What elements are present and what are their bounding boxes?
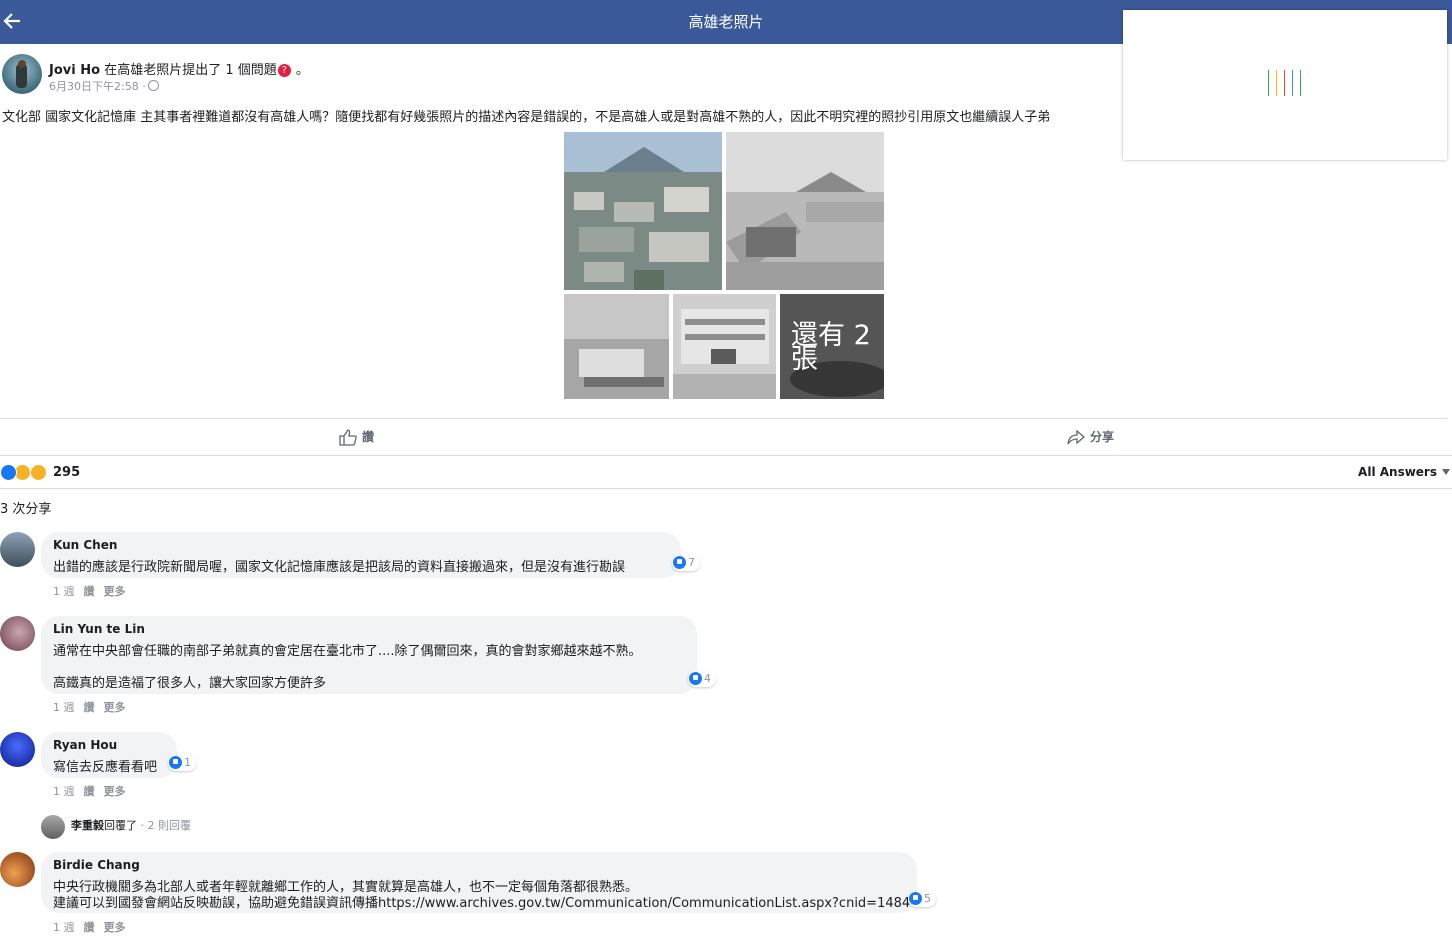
comment-meta: 1 週讚更多	[53, 583, 135, 599]
comment-like-count[interactable]: 4	[688, 671, 716, 687]
comment-author[interactable]: Kun Chen	[53, 538, 117, 552]
loading-popup	[1123, 10, 1447, 160]
reply-action: 回覆了	[104, 819, 137, 832]
loading-spinner-bar	[1276, 70, 1277, 96]
reply-count: · 2 則回覆	[137, 819, 191, 832]
loading-spinner-bar	[1300, 70, 1301, 96]
post-action-end: 。	[291, 63, 309, 78]
reply-avatar[interactable]	[41, 815, 65, 839]
commenter-avatar[interactable]	[0, 852, 35, 887]
comment-like-count[interactable]: 1	[168, 755, 196, 771]
comment-author[interactable]: Lin Yun te Lin	[53, 622, 145, 636]
post-author-line: Jovi Ho 在高雄老照片提出了 1 個問題? 。	[49, 59, 309, 78]
reaction-count[interactable]: 295	[53, 465, 80, 480]
divider	[0, 488, 1452, 489]
comment-time[interactable]: 1 週	[53, 785, 75, 798]
all-answers-label: All Answers	[1358, 465, 1437, 479]
post-timestamp: 6月30日下午2:58 ·	[49, 78, 159, 94]
post-photo-shore[interactable]	[564, 294, 669, 399]
loading-spinner-bar	[1292, 70, 1293, 96]
caret-down-icon	[1442, 469, 1450, 475]
like-badge-icon	[673, 556, 686, 569]
reply-author: 李重毅	[71, 819, 104, 832]
comment-more-link[interactable]: 更多	[104, 785, 126, 798]
loading-spinner-bar	[1284, 70, 1285, 96]
comment-like-link[interactable]: 讚	[84, 921, 95, 934]
globe-icon	[147, 80, 159, 91]
comment-more-link[interactable]: 更多	[104, 921, 126, 934]
author-name[interactable]: Jovi Ho	[49, 63, 100, 78]
comment-like-link[interactable]: 讚	[84, 585, 95, 598]
comment-text: 出錯的應該是行政院新聞局喔，國家文化記憶庫應該是把該局的資料直接搬過來，但是沒有…	[53, 560, 626, 575]
comment-like-link[interactable]: 讚	[84, 701, 95, 714]
share-arrow-icon	[1067, 429, 1085, 445]
post-photo-building[interactable]	[673, 294, 776, 399]
like-reaction-icon[interactable]	[0, 464, 17, 481]
all-answers-dropdown[interactable]: All Answers	[1358, 465, 1450, 479]
share-count[interactable]: 3 次分享	[0, 498, 51, 517]
post-photo-more[interactable]: 還有 2 張	[780, 294, 884, 399]
comment-meta: 1 週讚更多	[53, 783, 135, 799]
post-time-text[interactable]: 6月30日下午2:58 ·	[49, 80, 146, 93]
like-badge-icon	[169, 756, 182, 769]
thumbs-up-icon	[339, 429, 357, 446]
like-count-text: 4	[704, 672, 711, 685]
group-name[interactable]: 高雄老照片	[117, 63, 182, 78]
view-replies-link[interactable]: 李重毅回覆了 · 2 則回覆	[71, 817, 191, 833]
in-word: 在	[100, 63, 118, 78]
comment-text: 建議可以到國發會網站反映勘誤，協助避免錯誤資訊傳播https://www.arc…	[53, 896, 911, 911]
comment-meta: 1 週讚更多	[53, 699, 135, 715]
author-avatar[interactable]	[2, 54, 42, 94]
post-action: 提出了 1 個問題	[182, 63, 277, 78]
comment-text: 通常在中央部會任職的南部子弟就真的會定居在臺北市了....除了偶爾回來，真的會對…	[53, 644, 642, 659]
comment-time[interactable]: 1 週	[53, 585, 75, 598]
share-label: 分享	[1090, 430, 1115, 444]
more-photos-label: 還有 2 張	[780, 294, 884, 399]
comment-text: 寫信去反應看看吧	[53, 760, 158, 775]
comment-more-link[interactable]: 更多	[104, 701, 126, 714]
like-badge-icon	[909, 892, 922, 905]
post-photo-aerial[interactable]	[564, 132, 722, 290]
comment-author[interactable]: Birdie Chang	[53, 858, 140, 872]
comment-time[interactable]: 1 週	[53, 701, 75, 714]
question-badge-icon: ?	[277, 64, 291, 77]
haha-reaction-icon[interactable]	[30, 464, 47, 481]
post-photo-station[interactable]	[726, 132, 884, 290]
like-count-text: 1	[184, 756, 191, 769]
comment-like-link[interactable]: 讚	[84, 785, 95, 798]
like-badge-icon	[689, 672, 702, 685]
comment-text: 高鐵真的是造福了很多人，讓大家回家方便許多	[53, 676, 327, 691]
like-button[interactable]: 讚	[338, 428, 374, 446]
comment-author[interactable]: Ryan Hou	[53, 738, 117, 752]
comment-like-count[interactable]: 5	[908, 891, 936, 907]
comment-like-count[interactable]: 7	[672, 555, 700, 571]
share-button[interactable]: 分享	[1066, 428, 1114, 446]
commenter-avatar[interactable]	[0, 732, 35, 767]
comment-time[interactable]: 1 週	[53, 921, 75, 934]
loading-spinner-bar	[1268, 70, 1269, 96]
like-count-text: 5	[924, 892, 931, 905]
like-count-text: 7	[688, 556, 695, 569]
like-label: 讚	[362, 430, 375, 444]
commenter-avatar[interactable]	[0, 616, 35, 651]
divider	[0, 455, 1452, 456]
post-text: 文化部 國家文化記憶庫 主其事者裡難道都沒有高雄人嗎？隨便找都有好幾張照片的描述…	[2, 110, 1051, 125]
divider	[0, 418, 1447, 419]
comment-more-link[interactable]: 更多	[104, 585, 126, 598]
comment-meta: 1 週讚更多	[53, 919, 135, 935]
commenter-avatar[interactable]	[0, 532, 35, 567]
